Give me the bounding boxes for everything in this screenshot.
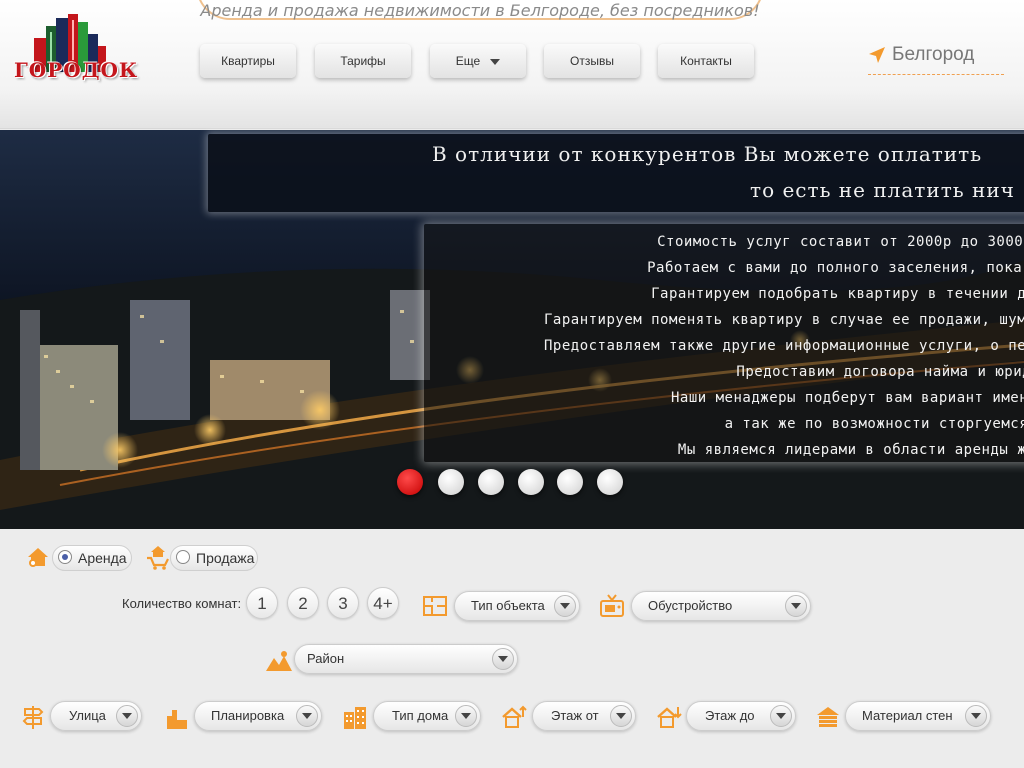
- house-rent-icon: [28, 548, 48, 567]
- deal-type-rent-radio[interactable]: Аренда: [52, 545, 132, 571]
- floor-up-house-icon: [502, 705, 527, 728]
- rooms-3-button[interactable]: 3: [327, 587, 359, 619]
- rooms-2-button[interactable]: 2: [287, 587, 319, 619]
- house-type-select[interactable]: Тип дома: [373, 701, 481, 731]
- city-selector[interactable]: Белгород: [868, 42, 1004, 75]
- floor-down-house-icon: [657, 707, 682, 728]
- info-line: а так же по возможности сторгуемся с: [724, 416, 1024, 432]
- nav-tariffs[interactable]: Тарифы: [315, 44, 411, 78]
- hero-headline-line1: В отличии от конкурентов Вы можете оплат…: [432, 142, 983, 166]
- apartment-building-icon: [344, 707, 366, 729]
- nav-label: Еще: [455, 54, 481, 68]
- info-line: Предоставим договора найма и юриди: [736, 364, 1024, 380]
- rooms-4plus-button[interactable]: 4+: [367, 587, 399, 619]
- chevron-down-icon: [490, 58, 501, 65]
- hero-headline: В отличии от конкурентов Вы можете оплат…: [208, 134, 1024, 212]
- select-value: Материал стен: [862, 708, 953, 723]
- chevron-down-icon: [965, 705, 987, 727]
- location-arrow-icon: [869, 47, 885, 63]
- info-line: Мы являемся лидерами в области аренды жи…: [677, 442, 1024, 458]
- street-select[interactable]: Улица: [50, 701, 142, 731]
- wall-material-select[interactable]: Материал стен: [845, 701, 991, 731]
- rooms-1-button[interactable]: 1: [246, 587, 278, 619]
- chevron-down-icon: [116, 705, 138, 727]
- select-value: Тип дома: [392, 708, 449, 723]
- info-line: Наши менаджеры подберут вам вариант имен…: [670, 390, 1024, 406]
- nav-label: Отзывы: [570, 54, 614, 68]
- info-line: Стоимость услуг составит от 2000р до 300…: [657, 234, 1024, 250]
- tv-icon: [600, 594, 624, 617]
- slide-dot-1[interactable]: [397, 469, 423, 495]
- floor-from-select[interactable]: Этаж от: [532, 701, 636, 731]
- nav-label: Контакты: [680, 54, 732, 68]
- site-header: Аренда и продажа недвижимости в Белгород…: [0, 0, 1024, 129]
- select-value: Этаж до: [705, 708, 755, 723]
- object-type-select[interactable]: Тип объекта: [454, 591, 580, 621]
- info-line: Гарантируем подобрать квартиру в течении…: [651, 286, 1024, 302]
- info-line: Предоставляем также другие информационны…: [543, 338, 1024, 354]
- info-line: Гарантируем поменять квартиру в случае е…: [543, 312, 1024, 328]
- floor-to-select[interactable]: Этаж до: [686, 701, 796, 731]
- radio-circle: [58, 550, 72, 564]
- hero-headline-line2: то есть не платить нич: [750, 178, 1015, 202]
- map-district-icon: [266, 651, 292, 671]
- nav-label: Тарифы: [340, 54, 386, 68]
- layout-select[interactable]: Планировка: [194, 701, 322, 731]
- furnishing-select[interactable]: Обустройство: [631, 591, 811, 621]
- floorplan-icon: [423, 596, 447, 616]
- deal-type-sale-radio[interactable]: Продажа: [170, 545, 258, 571]
- street-sign-icon: [22, 706, 44, 729]
- select-value: Улица: [69, 708, 106, 723]
- nav-reviews[interactable]: Отзывы: [544, 44, 640, 78]
- layout-building-icon: [167, 710, 187, 729]
- site-logo[interactable]: ГОРОДОК: [12, 12, 139, 86]
- slide-dot-6[interactable]: [597, 469, 623, 495]
- radio-label: Продажа: [196, 550, 255, 566]
- slide-dot-4[interactable]: [518, 469, 544, 495]
- chevron-down-icon: [296, 705, 318, 727]
- nav-apartments[interactable]: Квартиры: [200, 44, 296, 78]
- city-name: Белгород: [892, 44, 975, 65]
- chevron-down-icon: [785, 595, 807, 617]
- select-value: Обустройство: [648, 598, 733, 613]
- chevron-down-icon: [610, 705, 632, 727]
- slide-dot-2[interactable]: [438, 469, 464, 495]
- slide-dot-5[interactable]: [557, 469, 583, 495]
- chevron-down-icon: [770, 705, 792, 727]
- rooms-count-label: Количество комнат:: [122, 596, 242, 611]
- chevron-down-icon: [554, 595, 576, 617]
- select-value: Планировка: [211, 708, 285, 723]
- chevron-down-icon: [492, 648, 514, 670]
- nav-contacts[interactable]: Контакты: [658, 44, 754, 78]
- hero-info-box: Стоимость услуг составит от 2000р до 300…: [424, 224, 1024, 462]
- select-value: Район: [307, 651, 345, 666]
- radio-label: Аренда: [78, 550, 127, 566]
- chevron-down-icon: [455, 705, 477, 727]
- info-line: Работаем с вами до полного заселения, по…: [647, 260, 1024, 276]
- select-value: Тип объекта: [471, 598, 545, 613]
- brick-wall-house-icon: [817, 707, 839, 727]
- site-tagline: Аренда и продажа недвижимости в Белгород…: [196, 0, 764, 20]
- nav-label: Квартиры: [221, 54, 275, 68]
- slide-dot-3[interactable]: [478, 469, 504, 495]
- district-select[interactable]: Район: [294, 644, 518, 674]
- logo-text: ГОРОДОК: [14, 58, 139, 82]
- select-value: Этаж от: [551, 708, 599, 723]
- house-sale-cart-icon: [147, 546, 169, 570]
- nav-more-dropdown[interactable]: Еще: [430, 44, 526, 78]
- radio-circle: [176, 550, 190, 564]
